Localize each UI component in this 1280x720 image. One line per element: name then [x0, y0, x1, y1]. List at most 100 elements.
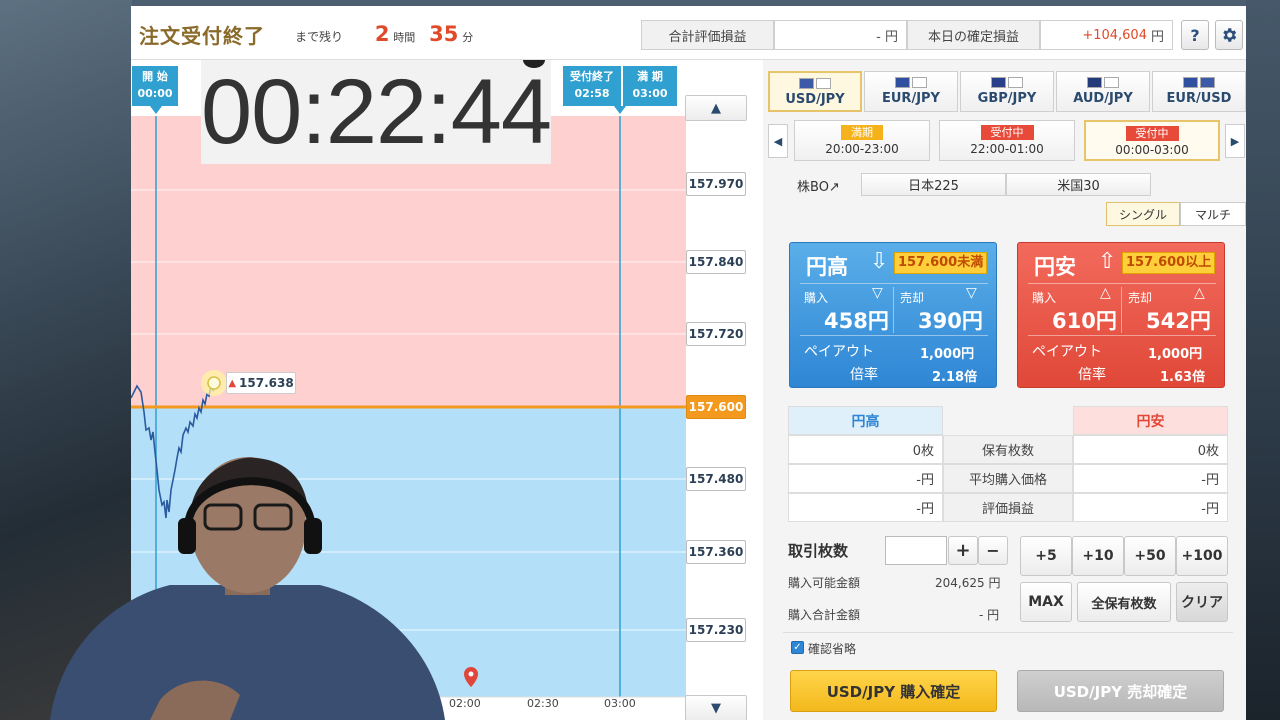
remaining-time: まで残り 2 時間 35 分 [295, 22, 473, 46]
settings-button[interactable] [1215, 20, 1243, 50]
sell-confirm-button[interactable]: USD/JPY 売却確定 [1017, 670, 1224, 712]
yen-weak-card[interactable]: 円安 ⇧ 157.600以上 購入 △ 売却 △ 610円 542円 ペイアウト… [1017, 242, 1225, 388]
time-slot[interactable]: 受付中 22:00-01:00 [939, 120, 1075, 161]
payout-value: 1,000円 [920, 347, 975, 362]
eval-pl-strong: -円 [788, 493, 943, 522]
pair-tab-gbpjpy[interactable]: GBP/JPY [960, 71, 1054, 112]
flags-icon [961, 77, 1053, 89]
strike-price-label: 157.600 [686, 395, 746, 419]
countdown-timer: 00:22:44 [200, 60, 552, 164]
buy-price[interactable]: 610円 [1052, 305, 1117, 335]
skip-confirm-label: 確認省略 [808, 642, 857, 656]
skip-confirm-checkbox[interactable]: ✓ [791, 641, 804, 654]
quick-add-10-button[interactable]: +10 [1072, 536, 1124, 576]
holdings-header-spacer [943, 406, 1073, 435]
time-slot-selected[interactable]: 受付中 00:00-03:00 [1084, 120, 1220, 161]
sell-price[interactable]: 390円 [918, 305, 983, 335]
qty-plus-button[interactable]: + [948, 536, 978, 565]
down-arrow-icon: ⇩ [870, 249, 889, 274]
hours-unit: 時間 [393, 31, 416, 44]
current-price-dot [207, 376, 221, 390]
max-button[interactable]: MAX [1020, 582, 1072, 622]
card-divider [800, 335, 988, 336]
mode-multi-button[interactable]: マルチ [1180, 202, 1246, 226]
slot-badge: 受付中 [980, 125, 1034, 140]
pair-tab-eurjpy[interactable]: EUR/JPY [864, 71, 958, 112]
qty-label: 取引枚数 [788, 542, 849, 560]
y-axis-label: 157.360 [686, 540, 746, 564]
yen-strong-card[interactable]: 円高 ⇩ 157.600未満 購入 ▽ 売却 ▽ 458円 390円 ペイアウト… [789, 242, 997, 388]
sell-price[interactable]: 542円 [1146, 305, 1211, 335]
slot-time: 00:00-03:00 [1115, 143, 1189, 157]
chart-scroll-up-button[interactable]: ▲ [685, 95, 747, 121]
today-pl-box: +104,604 円 [1040, 20, 1173, 50]
pair-tab-audjpy[interactable]: AUD/JPY [1056, 71, 1150, 112]
start-marker-pointer [150, 106, 162, 114]
card-title: 円安 [1034, 255, 1076, 279]
down-triangle-icon: ▽ [966, 285, 977, 301]
chart-scroll-down-button[interactable]: ▼ [685, 695, 747, 720]
help-button[interactable]: ? [1181, 20, 1209, 50]
total-purchase-value: - 円 [979, 608, 1000, 622]
qty-minus-button[interactable]: − [978, 536, 1008, 565]
pair-label: EUR/JPY [882, 91, 940, 106]
card-condition: 157.600未満 [894, 252, 988, 274]
rate-label: 倍率 [1078, 367, 1106, 383]
up-triangle-icon: ▲ [228, 377, 237, 389]
all-holdings-button[interactable]: 全保有枚数 [1077, 582, 1171, 622]
slot-time: 20:00-23:00 [825, 142, 899, 156]
stock-item-us30[interactable]: 米国30 [1006, 173, 1151, 196]
buy-confirm-button[interactable]: USD/JPY 購入確定 [790, 670, 997, 712]
quick-add-5-button[interactable]: +5 [1020, 536, 1072, 576]
slot-badge: 受付中 [1125, 126, 1179, 141]
webcam-overlay [50, 457, 445, 720]
slot-next-button[interactable]: ▶ [1225, 124, 1245, 158]
pair-label: EUR/USD [1166, 91, 1232, 106]
start-marker-time: 00:00 [137, 87, 173, 100]
buy-price[interactable]: 458円 [824, 305, 889, 335]
card-divider [893, 287, 894, 333]
time-slot[interactable]: 満期 20:00-23:00 [794, 120, 930, 161]
x-axis-label: 03:00 [604, 697, 636, 710]
stock-item-nikkei[interactable]: 日本225 [861, 173, 1006, 196]
remaining-hours: 2 [374, 22, 390, 46]
y-axis-label: 157.720 [686, 322, 746, 346]
trading-header: 注文受付終了 まで残り 2 時間 35 分 合計評価損益 - 円 本日の確定損益… [131, 6, 1246, 60]
holdings-count-strong: 0枚 [788, 435, 943, 464]
current-price-tag: ▲ 157.638 [226, 372, 296, 394]
expiry-marker-label: 満 期 [637, 70, 663, 83]
today-pl-value: +104,604 [1082, 27, 1147, 43]
slot-badge: 満期 [841, 125, 883, 140]
down-triangle-icon: ▽ [872, 285, 883, 301]
card-condition: 157.600以上 [1122, 252, 1216, 274]
start-marker: 開 始 00:00 [132, 66, 178, 106]
pair-tab-usdjpy[interactable]: USD/JPY [768, 71, 862, 112]
pair-tab-eurusd[interactable]: EUR/USD [1152, 71, 1246, 112]
minutes-unit: 分 [462, 31, 474, 44]
quick-add-100-button[interactable]: +100 [1176, 536, 1228, 576]
mode-single-button[interactable]: シングル [1106, 202, 1180, 226]
accept-end-label: 受付終了 [570, 70, 614, 83]
slot-prev-button[interactable]: ◀ [768, 124, 788, 158]
remaining-label: まで残り [295, 30, 344, 44]
gear-icon [1223, 28, 1237, 42]
order-status-title: 注文受付終了 [139, 24, 265, 48]
payout-label: ペイアウト [804, 344, 874, 360]
card-divider [1028, 283, 1216, 284]
available-value: 204,625 円 [935, 576, 1001, 590]
total-purchase-label: 購入合計金額 [788, 608, 861, 622]
available-label: 購入可能金額 [788, 576, 861, 590]
sell-label: 売却 [1128, 291, 1153, 305]
buy-label: 購入 [804, 291, 829, 305]
current-price-value: 157.638 [239, 376, 294, 390]
qty-input[interactable] [885, 536, 947, 565]
quick-add-50-button[interactable]: +50 [1124, 536, 1176, 576]
buy-label: 購入 [1032, 291, 1057, 305]
clear-button[interactable]: クリア [1176, 582, 1228, 622]
y-axis-label: 157.970 [686, 172, 746, 196]
pair-label: USD/JPY [785, 92, 845, 107]
holdings-header-yen-strong: 円高 [788, 406, 943, 435]
card-divider [1121, 287, 1122, 333]
flags-icon [1153, 77, 1245, 89]
stock-bo-link[interactable]: 株BO↗ [797, 176, 840, 195]
